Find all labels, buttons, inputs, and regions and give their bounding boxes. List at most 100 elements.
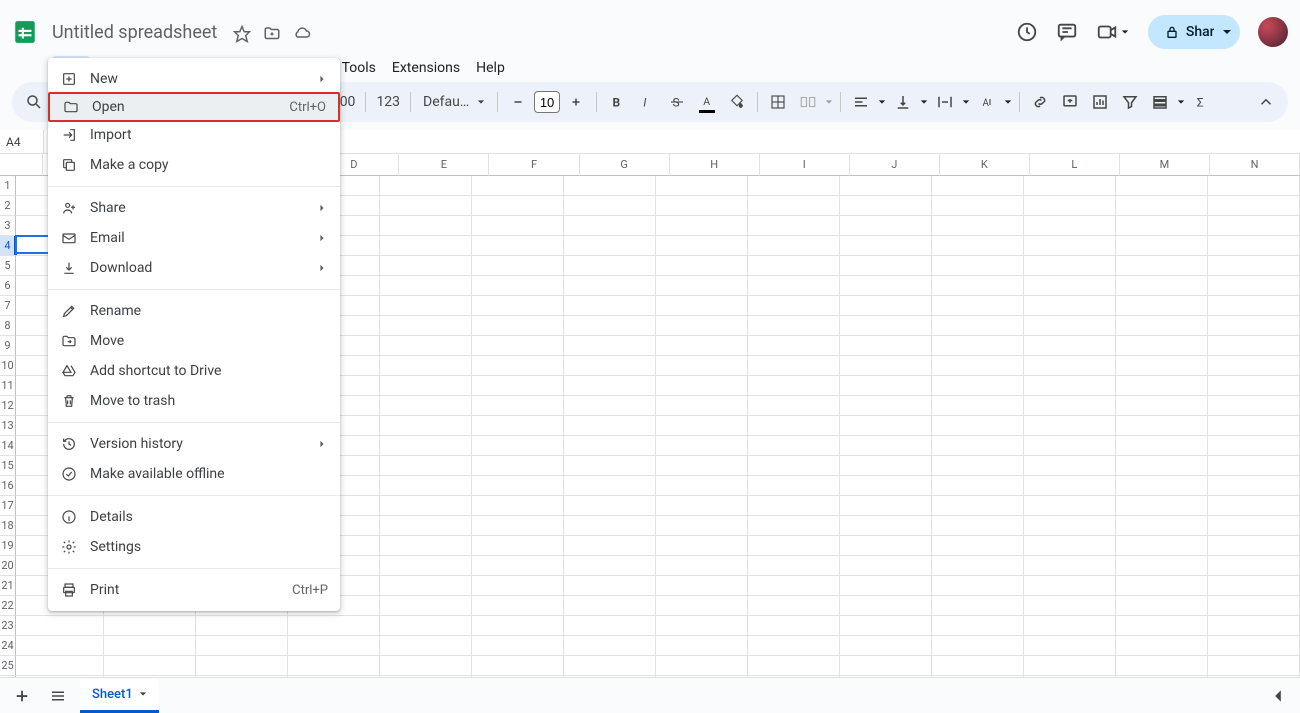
cell[interactable] xyxy=(656,476,748,496)
row-header[interactable]: 12 xyxy=(0,396,16,416)
column-header[interactable]: I xyxy=(760,154,850,176)
cell[interactable] xyxy=(1208,596,1300,616)
select-all-corner[interactable] xyxy=(0,154,43,176)
cell[interactable] xyxy=(840,196,932,216)
cell[interactable] xyxy=(932,336,1024,356)
text-wrap-button[interactable] xyxy=(931,88,959,116)
cell[interactable] xyxy=(564,496,656,516)
add-sheet-button[interactable] xyxy=(8,682,36,710)
cell[interactable] xyxy=(1208,216,1300,236)
cell[interactable] xyxy=(472,196,564,216)
cell[interactable] xyxy=(656,256,748,276)
cell[interactable] xyxy=(932,496,1024,516)
cell[interactable] xyxy=(1024,336,1116,356)
cell[interactable] xyxy=(1208,616,1300,636)
cell[interactable] xyxy=(656,276,748,296)
cell[interactable] xyxy=(748,416,840,436)
cell[interactable] xyxy=(932,416,1024,436)
cell[interactable] xyxy=(748,256,840,276)
insert-comment-button[interactable] xyxy=(1056,88,1084,116)
cell[interactable] xyxy=(104,636,196,656)
row-header[interactable]: 10 xyxy=(0,356,16,376)
cell[interactable] xyxy=(748,196,840,216)
cell[interactable] xyxy=(1116,236,1208,256)
cell[interactable] xyxy=(472,576,564,596)
cell[interactable] xyxy=(748,436,840,456)
cell[interactable] xyxy=(840,256,932,276)
cell[interactable] xyxy=(1116,276,1208,296)
cell[interactable] xyxy=(1024,556,1116,576)
cell[interactable] xyxy=(932,176,1024,196)
cell[interactable] xyxy=(1024,456,1116,476)
italic-button[interactable]: I xyxy=(633,88,661,116)
search-menus-icon[interactable] xyxy=(20,88,48,116)
cell[interactable] xyxy=(472,316,564,336)
row-header[interactable]: 25 xyxy=(0,656,16,676)
cell[interactable] xyxy=(564,416,656,436)
cell[interactable] xyxy=(1208,516,1300,536)
cell[interactable] xyxy=(1116,296,1208,316)
cell[interactable] xyxy=(1208,416,1300,436)
cell[interactable] xyxy=(656,356,748,376)
cell[interactable] xyxy=(840,316,932,336)
cell[interactable] xyxy=(748,596,840,616)
cell[interactable] xyxy=(748,456,840,476)
cell[interactable] xyxy=(840,336,932,356)
decrease-font-size[interactable] xyxy=(504,88,532,116)
fill-color-button[interactable] xyxy=(723,88,751,116)
cell[interactable] xyxy=(840,556,932,576)
row-header[interactable]: 14 xyxy=(0,436,16,456)
menubar-item-extensions[interactable]: Extensions xyxy=(384,56,468,78)
cell[interactable] xyxy=(656,576,748,596)
cell[interactable] xyxy=(1116,176,1208,196)
cell[interactable] xyxy=(656,176,748,196)
cell[interactable] xyxy=(380,596,472,616)
cell[interactable] xyxy=(1116,596,1208,616)
row-header[interactable]: 9 xyxy=(0,336,16,356)
menu-item-version-history[interactable]: Version history xyxy=(48,429,340,459)
cell[interactable] xyxy=(932,296,1024,316)
cell[interactable] xyxy=(288,636,380,656)
cell[interactable] xyxy=(840,636,932,656)
cell[interactable] xyxy=(472,176,564,196)
text-color-button[interactable]: A xyxy=(693,88,721,116)
menu-item-move[interactable]: Move xyxy=(48,326,340,356)
cell[interactable] xyxy=(380,476,472,496)
bold-button[interactable]: B xyxy=(603,88,631,116)
cell[interactable] xyxy=(1024,216,1116,236)
menu-item-import[interactable]: Import xyxy=(48,120,340,150)
cell[interactable] xyxy=(932,556,1024,576)
cell[interactable] xyxy=(748,396,840,416)
font-size-input[interactable] xyxy=(534,91,560,113)
cell[interactable] xyxy=(840,396,932,416)
merge-dropdown[interactable] xyxy=(824,98,834,106)
cell[interactable] xyxy=(288,656,380,676)
cell[interactable] xyxy=(932,536,1024,556)
cell[interactable] xyxy=(564,596,656,616)
increase-font-size[interactable] xyxy=(562,88,590,116)
cell[interactable] xyxy=(380,236,472,256)
cell[interactable] xyxy=(564,176,656,196)
cell[interactable] xyxy=(1116,456,1208,476)
cell[interactable] xyxy=(472,336,564,356)
column-header[interactable]: J xyxy=(850,154,940,176)
cell[interactable] xyxy=(840,356,932,376)
cell[interactable] xyxy=(840,236,932,256)
comments-icon[interactable] xyxy=(1056,21,1078,43)
cell[interactable] xyxy=(932,276,1024,296)
cell[interactable] xyxy=(1208,576,1300,596)
valign-dropdown[interactable] xyxy=(919,98,929,106)
cell[interactable] xyxy=(1024,276,1116,296)
cell[interactable] xyxy=(1208,176,1300,196)
cell[interactable] xyxy=(656,416,748,436)
cell[interactable] xyxy=(472,476,564,496)
cell[interactable] xyxy=(1208,236,1300,256)
cell[interactable] xyxy=(564,616,656,636)
cell[interactable] xyxy=(1024,376,1116,396)
cell[interactable] xyxy=(1116,436,1208,456)
cell[interactable] xyxy=(380,636,472,656)
filter-button[interactable] xyxy=(1116,88,1144,116)
cell[interactable] xyxy=(656,556,748,576)
cell[interactable] xyxy=(748,376,840,396)
sheet-tab-active[interactable]: Sheet1 xyxy=(80,679,159,713)
